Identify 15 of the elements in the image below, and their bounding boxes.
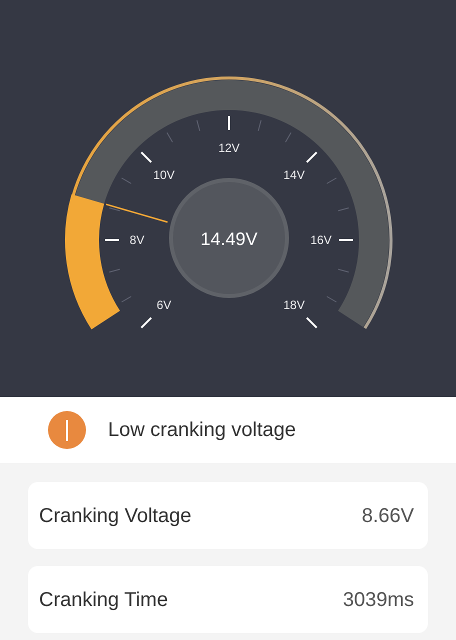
gauge-needle	[106, 204, 168, 223]
info-icon	[48, 411, 86, 449]
scale-label: 12V	[218, 141, 240, 155]
scale-label: 8V	[130, 233, 144, 247]
scale-label: 10V	[153, 168, 175, 182]
voltage-reading: 14.49V	[200, 229, 258, 249]
metric-value: 3039ms	[342, 588, 414, 612]
metric-label: Cranking Time	[39, 588, 168, 612]
scale-label: 18V	[283, 298, 305, 312]
metric-value: 8.66V	[362, 504, 414, 528]
scale-label: 16V	[310, 233, 332, 247]
scale-label: 14V	[283, 168, 305, 182]
alert-text: Low cranking voltage	[108, 418, 296, 443]
scale-label: 6V	[156, 298, 172, 312]
metric-label: Cranking Voltage	[39, 504, 192, 528]
